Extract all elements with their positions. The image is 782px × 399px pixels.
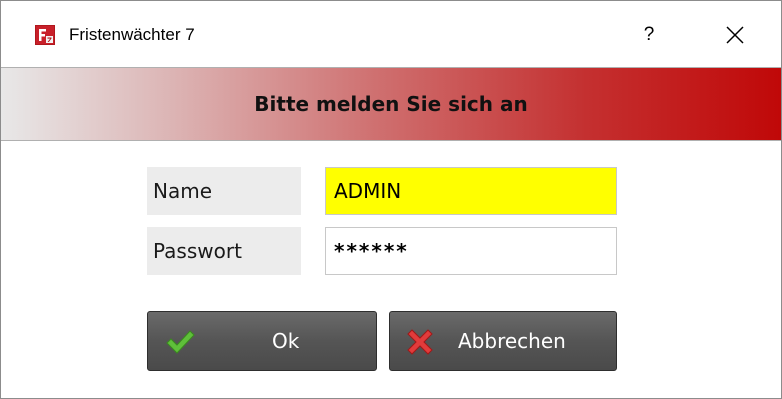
close-button[interactable] bbox=[707, 13, 763, 57]
close-icon bbox=[726, 26, 744, 44]
title-bar[interactable]: Fristenwächter 7 ? bbox=[1, 1, 781, 67]
checkmark-icon bbox=[166, 330, 195, 354]
red-x-icon bbox=[407, 329, 433, 355]
window-title: Fristenwächter 7 bbox=[69, 25, 195, 44]
cancel-label: Abbrechen bbox=[458, 329, 566, 353]
help-button[interactable]: ? bbox=[621, 13, 677, 57]
password-label: Passwort bbox=[147, 227, 301, 275]
login-dialog: Fristenwächter 7 ? Bitte melden Sie sich… bbox=[0, 0, 782, 399]
help-label: ? bbox=[643, 24, 655, 45]
ok-button[interactable]: Ok bbox=[147, 311, 377, 371]
name-input[interactable] bbox=[325, 167, 617, 215]
banner-heading: Bitte melden Sie sich an bbox=[254, 92, 528, 116]
cancel-button[interactable]: Abbrechen bbox=[389, 311, 617, 371]
ok-label: Ok bbox=[272, 329, 300, 353]
name-label: Name bbox=[147, 167, 301, 215]
password-input[interactable] bbox=[325, 227, 617, 275]
app-icon bbox=[35, 25, 55, 45]
login-banner: Bitte melden Sie sich an bbox=[1, 67, 781, 141]
